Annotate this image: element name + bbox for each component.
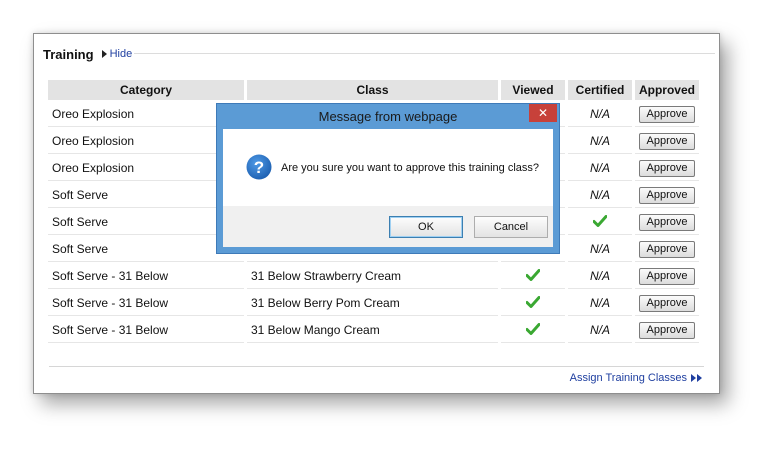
certified-cell: N/A <box>568 102 632 127</box>
approve-button[interactable]: Approve <box>639 105 695 123</box>
approved-cell: Approve <box>635 156 699 181</box>
close-icon[interactable]: ✕ <box>529 104 557 122</box>
table-row: Soft Serve - 31 Below 31 Below Berry Pom … <box>48 291 699 316</box>
double-chevron-right-icon <box>690 374 702 382</box>
category-cell: Soft Serve - 31 Below <box>48 264 244 289</box>
category-cell: Soft Serve - 31 Below <box>48 318 244 343</box>
checkmark-icon <box>526 295 540 308</box>
hide-toggle[interactable]: Hide <box>101 48 133 60</box>
triangle-right-icon <box>101 50 107 58</box>
header-viewed: Viewed <box>501 80 565 100</box>
dialog-body: ? Are you sure you want to approve this … <box>223 129 553 247</box>
dialog-message: Are you sure you want to approve this tr… <box>281 162 540 174</box>
approved-cell: Approve <box>635 264 699 289</box>
class-cell: 31 Below Strawberry Cream <box>247 264 498 289</box>
checkmark-icon <box>593 214 607 227</box>
approved-cell: Approve <box>635 291 699 316</box>
category-cell: Oreo Explosion <box>48 102 244 127</box>
approve-button[interactable]: Approve <box>639 321 695 339</box>
category-cell: Soft Serve <box>48 183 244 208</box>
certified-value: N/A <box>589 269 610 283</box>
approved-cell: Approve <box>635 318 699 343</box>
certified-cell: N/A <box>568 183 632 208</box>
question-icon: ? <box>246 154 272 180</box>
approved-cell: Approve <box>635 237 699 262</box>
approve-button[interactable]: Approve <box>639 159 695 177</box>
table-row: Soft Serve - 31 Below 31 Below Strawberry… <box>48 264 699 289</box>
header-class: Class <box>247 80 498 100</box>
checkmark-icon <box>526 322 540 335</box>
class-cell: 31 Below Mango Cream <box>247 318 498 343</box>
certified-cell: N/A <box>568 156 632 181</box>
approved-cell: Approve <box>635 183 699 208</box>
certified-value: N/A <box>589 323 610 337</box>
dialog-title: Message from webpage <box>318 109 458 124</box>
assign-link-label: Assign Training Classes <box>569 372 687 384</box>
approved-cell: Approve <box>635 210 699 235</box>
header-approved: Approved <box>635 80 699 100</box>
certified-cell: N/A <box>568 318 632 343</box>
certified-cell: N/A <box>568 129 632 154</box>
approve-button[interactable]: Approve <box>639 186 695 204</box>
approve-button[interactable]: Approve <box>639 267 695 285</box>
viewed-cell <box>501 264 565 289</box>
ok-button[interactable]: OK <box>389 216 463 238</box>
table-row: Soft Serve - 31 Below 31 Below Mango Crea… <box>48 318 699 343</box>
header-category: Category <box>48 80 244 100</box>
dialog-message-area: ? Are you sure you want to approve this … <box>223 129 553 206</box>
category-cell: Soft Serve <box>48 210 244 235</box>
approve-button[interactable]: Approve <box>639 240 695 258</box>
viewed-cell <box>501 318 565 343</box>
certified-value: N/A <box>589 161 610 175</box>
hide-toggle-label: Hide <box>109 48 133 60</box>
panel-header: Training Hide <box>43 46 132 62</box>
header-certified: Certified <box>568 80 632 100</box>
approved-cell: Approve <box>635 129 699 154</box>
certified-cell: N/A <box>568 237 632 262</box>
header-divider <box>134 53 715 54</box>
category-cell: Soft Serve <box>48 237 244 262</box>
certified-value: N/A <box>589 107 610 121</box>
approve-button[interactable]: Approve <box>639 132 695 150</box>
category-cell: Oreo Explosion <box>48 156 244 181</box>
viewed-cell <box>501 291 565 316</box>
panel-title: Training <box>43 46 94 62</box>
checkmark-icon <box>526 268 540 281</box>
certified-cell: N/A <box>568 264 632 289</box>
confirm-dialog: Message from webpage ✕ ? Are you sure yo… <box>216 103 560 254</box>
certified-value: N/A <box>589 188 610 202</box>
certified-cell <box>568 210 632 235</box>
category-cell: Soft Serve - 31 Below <box>48 291 244 316</box>
category-cell: Oreo Explosion <box>48 129 244 154</box>
footer-divider <box>49 366 704 367</box>
class-cell: 31 Below Berry Pom Cream <box>247 291 498 316</box>
approve-button[interactable]: Approve <box>639 294 695 312</box>
svg-text:?: ? <box>254 158 264 177</box>
certified-value: N/A <box>589 296 610 310</box>
cancel-button[interactable]: Cancel <box>474 216 548 238</box>
certified-value: N/A <box>589 242 610 256</box>
assign-training-classes-link[interactable]: Assign Training Classes <box>570 372 702 384</box>
approved-cell: Approve <box>635 102 699 127</box>
table-header-row: Category Class Viewed Certified Approved <box>48 80 699 100</box>
certified-cell: N/A <box>568 291 632 316</box>
certified-value: N/A <box>589 134 610 148</box>
approve-button[interactable]: Approve <box>639 213 695 231</box>
